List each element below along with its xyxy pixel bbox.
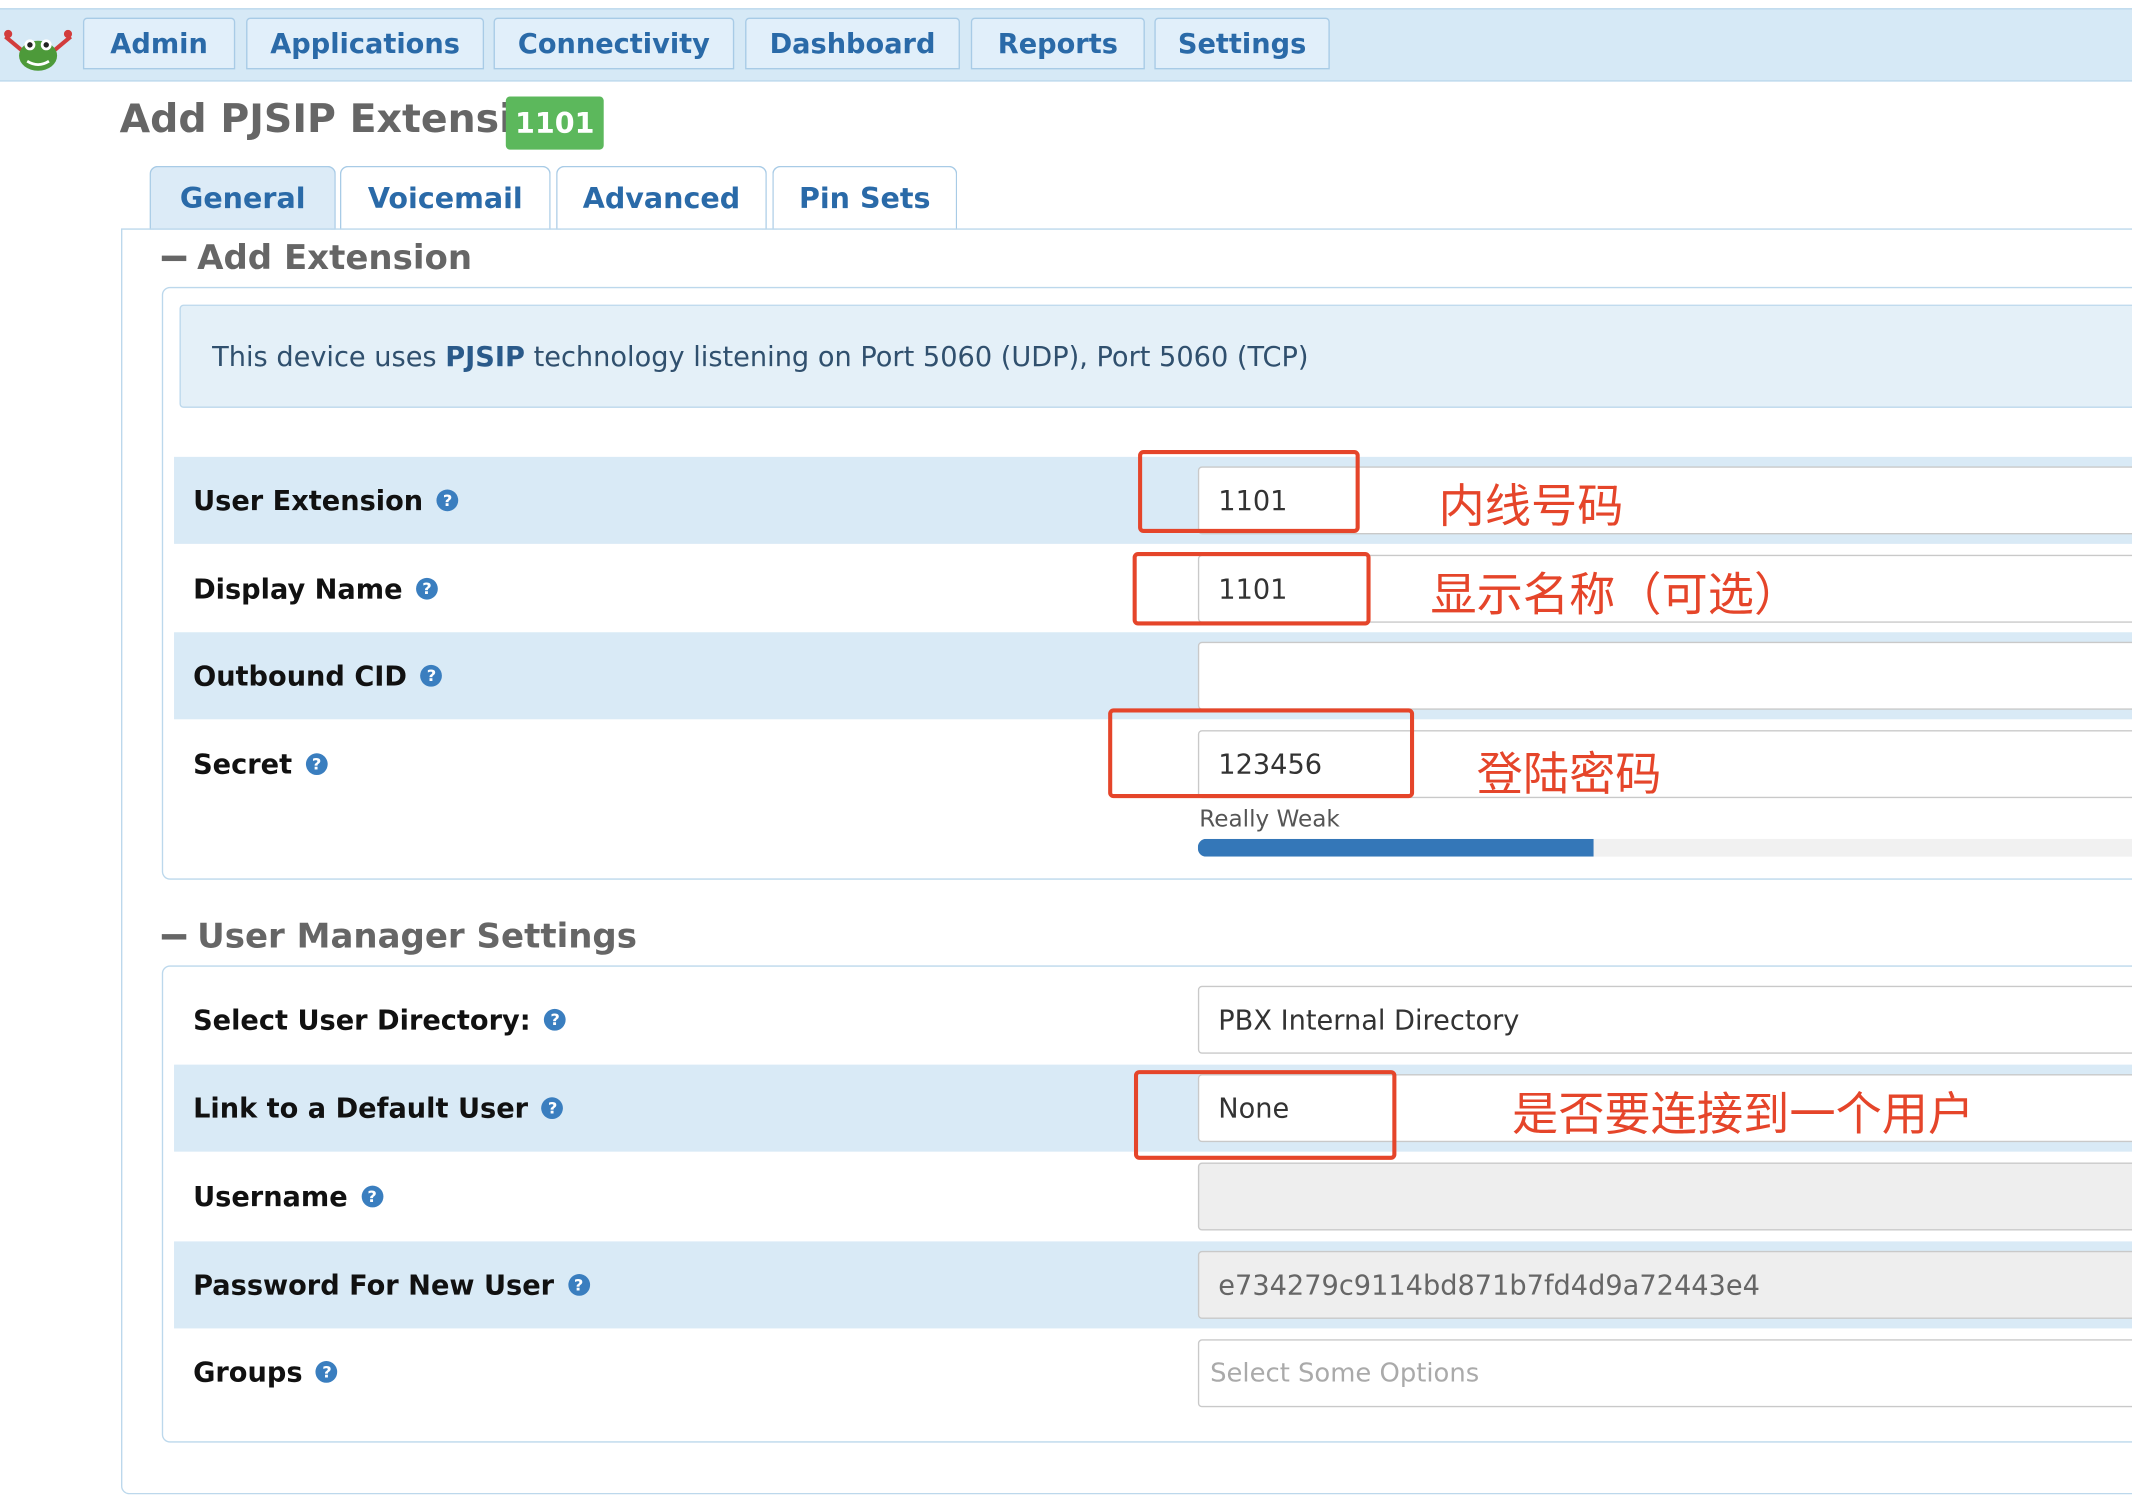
password-strength-bar [1197, 838, 2132, 857]
password-strength-label: Really Weak [1199, 806, 1340, 834]
nav-applications[interactable]: Applications [246, 17, 485, 70]
annotation-box-extension [1138, 450, 1360, 533]
display-name-label: Display Name ? [193, 545, 438, 632]
user-directory-label-text: Select User Directory: [193, 1003, 531, 1037]
username-label: Username ? [193, 1153, 384, 1240]
password-label: Password For New User ? [193, 1241, 590, 1328]
new-user-password-input: e734279c9114bd871b7fd4d9a72443e4 [1197, 1250, 2132, 1319]
outbound-cid-label: Outbound CID ? [193, 632, 443, 719]
annotation-display-name: 显示名称（可选） [1430, 568, 1801, 623]
default-user-label-text: Link to a Default User [193, 1091, 529, 1125]
tab-voicemail[interactable]: Voicemail [339, 165, 551, 230]
annotation-box-default-user [1133, 1070, 1397, 1160]
freepbx-logo-icon[interactable] [3, 26, 74, 75]
help-icon[interactable]: ? [544, 1008, 566, 1031]
user-extension-label: User Extension ? [193, 457, 459, 544]
default-user-label: Link to a Default User ? [193, 1065, 564, 1152]
nav-settings[interactable]: Settings [1154, 17, 1330, 70]
password-label-text: Password For New User [193, 1268, 555, 1302]
top-nav: Admin Applications Connectivity Dashboar… [0, 8, 2132, 82]
secret-label: Secret ? [193, 721, 328, 808]
annotation-extension: 内线号码 [1438, 479, 1624, 535]
extension-badge: 1101 [505, 96, 604, 150]
info-prefix: This device uses [212, 339, 446, 373]
annotation-box-secret [1108, 708, 1415, 799]
groups-multiselect[interactable]: Select Some Options [1197, 1339, 2132, 1408]
nav-dashboard[interactable]: Dashboard [745, 17, 960, 70]
nav-connectivity[interactable]: Connectivity [493, 17, 735, 70]
nav-admin[interactable]: Admin [82, 17, 236, 70]
page: Admin Applications Connectivity Dashboar… [0, 0, 2132, 1507]
username-label-text: Username [193, 1180, 348, 1213]
tab-general[interactable]: General [149, 165, 336, 230]
tab-pin-sets[interactable]: Pin Sets [772, 165, 958, 230]
user-directory-select[interactable]: PBX Internal Directory [1197, 985, 2132, 1054]
groups-label-text: Groups [193, 1355, 303, 1389]
password-strength-fill [1197, 838, 1593, 857]
help-icon[interactable]: ? [541, 1097, 564, 1120]
username-input [1197, 1162, 2132, 1231]
technology-info-box: This device uses PJSIP technology listen… [179, 304, 2132, 408]
outbound-cid-label-text: Outbound CID [193, 659, 408, 693]
secret-label-text: Secret [193, 747, 293, 781]
user-manager-title: User Manager Settings [197, 916, 637, 956]
outbound-cid-input[interactable] [1197, 641, 2132, 710]
add-extension-header[interactable]: Add Extension [161, 237, 473, 278]
nav-reports[interactable]: Reports [970, 17, 1145, 70]
help-icon[interactable]: ? [316, 1361, 338, 1383]
help-icon[interactable]: ? [416, 577, 438, 600]
help-icon[interactable]: ? [420, 664, 443, 687]
minus-icon[interactable] [161, 933, 187, 939]
info-suffix: technology listening on Port 5060 (UDP),… [524, 339, 1309, 373]
help-icon[interactable]: ? [361, 1185, 384, 1208]
groups-label: Groups ? [193, 1328, 338, 1415]
user-manager-header[interactable]: User Manager Settings [161, 916, 637, 956]
tab-advanced[interactable]: Advanced [556, 165, 767, 230]
help-icon[interactable]: ? [436, 489, 459, 512]
minus-icon[interactable] [161, 254, 187, 261]
help-icon[interactable]: ? [567, 1274, 590, 1296]
annotation-secret: 登陆密码 [1476, 747, 1662, 803]
info-technology: PJSIP [445, 339, 525, 373]
annotation-box-display-name [1132, 552, 1371, 626]
annotation-default-user: 是否要连接到一个用户 [1511, 1087, 1975, 1143]
user-directory-label: Select User Directory: ? [193, 976, 566, 1063]
page-title: Add PJSIP Extension [119, 95, 568, 142]
display-name-label-text: Display Name [193, 572, 403, 606]
add-extension-title: Add Extension [197, 237, 473, 278]
user-extension-label-text: User Extension [193, 484, 424, 517]
help-icon[interactable]: ? [305, 753, 328, 776]
